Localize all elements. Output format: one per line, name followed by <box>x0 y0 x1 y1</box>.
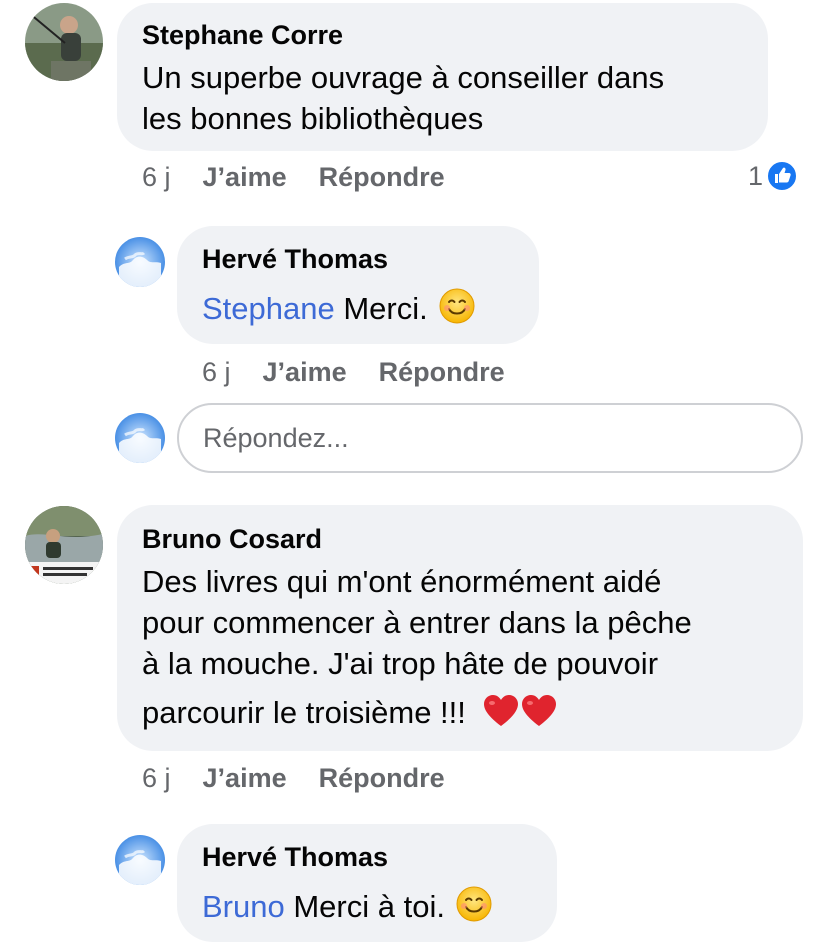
comment-text-line: à la mouche. J'ai trop hâte de pouvoir <box>142 646 659 681</box>
reply-actions: 6 j J’aime Répondre <box>202 357 505 388</box>
reply-message: Merci. <box>334 291 428 326</box>
comment-author[interactable]: Stephane Corre <box>142 20 343 51</box>
red-heart-emoji <box>521 695 556 726</box>
comment-time: 6 j <box>142 763 171 793</box>
mention-link[interactable]: Stephane <box>202 291 335 326</box>
comment-actions: 6 j J’aime Répondre <box>142 763 445 794</box>
mention-link[interactable]: Bruno <box>202 889 285 924</box>
comment-text-line: Un superbe ouvrage à conseiller dans <box>142 60 665 95</box>
avatar-herve-thomas[interactable] <box>115 835 165 885</box>
comment-actions: 6 j J’aime Répondre <box>142 162 445 193</box>
thumbs-up-icon <box>766 160 799 192</box>
avatar-current-user <box>115 413 165 463</box>
reply-text: Stephane Merci. <box>202 287 476 329</box>
like-button[interactable]: J’aime <box>203 162 287 193</box>
comment-text-line-last: parcourir le troisième !!! <box>142 692 557 733</box>
like-button[interactable]: J’aime <box>263 357 347 388</box>
reply-time: 6 j <box>202 357 231 387</box>
reply-button[interactable]: Répondre <box>379 357 505 388</box>
reply-button[interactable]: Répondre <box>319 763 445 794</box>
avatar-stephane-corre[interactable] <box>25 3 103 81</box>
like-count[interactable]: 1 <box>748 160 799 192</box>
reply-input[interactable]: Répondez... <box>177 403 803 473</box>
reply-author[interactable]: Hervé Thomas <box>202 842 388 873</box>
like-count-number: 1 <box>748 160 764 191</box>
comment-time: 6 j <box>142 162 171 192</box>
comment-text-line: pour commencer à entrer dans la pêche <box>142 605 692 640</box>
comment-text-line: parcourir le troisième !!! <box>142 695 466 730</box>
comment-text-line: Des livres qui m'ont énormément aidé <box>142 564 662 599</box>
comment-author[interactable]: Bruno Cosard <box>142 524 322 555</box>
reply-message: Merci à toi. <box>284 889 445 924</box>
like-button[interactable]: J’aime <box>203 763 287 794</box>
comment-text-line: les bonnes bibliothèques <box>142 101 484 136</box>
reply-text: Bruno Merci à toi. <box>202 885 493 927</box>
red-heart-emoji <box>483 695 518 726</box>
smiling-face-emoji <box>456 886 492 922</box>
smiling-face-emoji <box>439 288 475 324</box>
avatar-bruno-cosard[interactable] <box>25 506 103 584</box>
reply-button[interactable]: Répondre <box>319 162 445 193</box>
reply-author[interactable]: Hervé Thomas <box>202 244 388 275</box>
avatar-herve-thomas[interactable] <box>115 237 165 287</box>
